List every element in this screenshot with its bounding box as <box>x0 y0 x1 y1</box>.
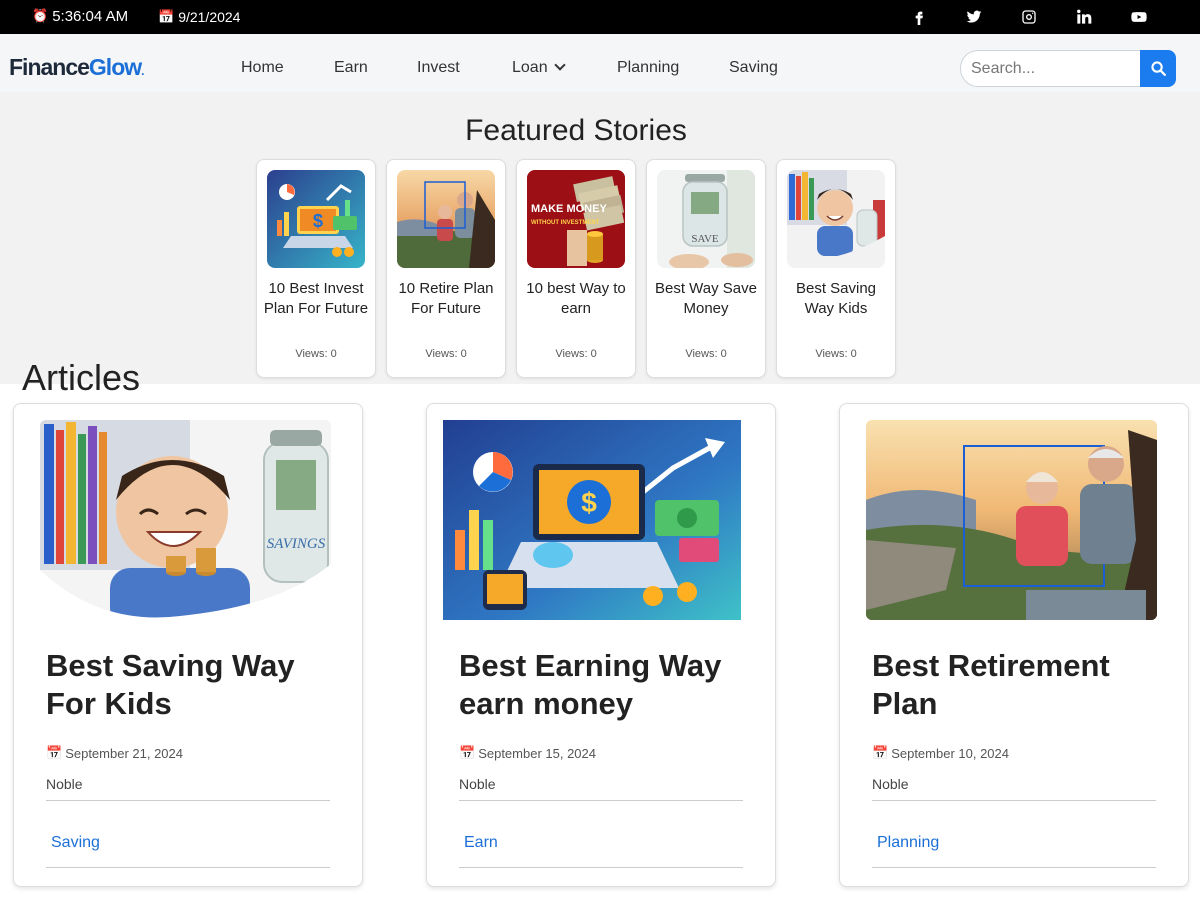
site-logo[interactable]: FinanceGlow. <box>9 54 145 81</box>
article-category-link[interactable]: Earn <box>464 834 498 852</box>
nav-item-earn[interactable]: Earn <box>334 59 368 77</box>
featured-card-title: 10 Retire Plan For Future <box>398 280 494 317</box>
svg-text:$: $ <box>313 211 323 231</box>
featured-card[interactable]: MAKE MONEY WITHOUT INVESTMENT 10 best Wa… <box>516 159 636 378</box>
featured-card[interactable]: Best Saving Way Kids Views: 0 <box>776 159 896 378</box>
article-date: 📅 September 15, 2024 <box>459 746 596 761</box>
youtube-icon[interactable] <box>1111 8 1166 26</box>
divider <box>459 800 743 801</box>
featured-card-views: Views: 0 <box>425 348 467 360</box>
nav-item-invest[interactable]: Invest <box>417 59 460 77</box>
divider <box>46 800 330 801</box>
nav-item-home[interactable]: Home <box>241 59 284 77</box>
article-date-text: September 15, 2024 <box>478 746 596 761</box>
article-card[interactable]: SAVINGS Best Saving Way For Kids 📅 Septe… <box>13 403 363 887</box>
article-title[interactable]: Best Earning Way earn money <box>459 647 749 723</box>
featured-thumb-earn: MAKE MONEY WITHOUT INVESTMENT <box>527 170 625 268</box>
article-author: Noble <box>872 776 909 792</box>
article-title[interactable]: Best Saving Way For Kids <box>46 647 336 723</box>
calendar-icon: 📅 <box>459 746 476 761</box>
featured-thumb-kids <box>787 170 885 268</box>
article-date: 📅 September 21, 2024 <box>46 746 183 761</box>
savings-jar-text: SAVINGS <box>267 536 326 552</box>
nav-item-loan-label: Loan <box>512 59 548 76</box>
calendar-icon: 📅 <box>872 746 889 761</box>
featured-card-title: 10 Best Invest Plan For Future <box>263 280 369 317</box>
divider <box>872 800 1156 801</box>
alarm-clock-icon: ⏰ <box>32 9 49 24</box>
featured-thumb-retire <box>397 170 495 268</box>
article-title[interactable]: Best Retirement Plan <box>872 647 1162 723</box>
nav-item-loan[interactable]: Loan <box>512 59 566 77</box>
logo-text-glow: Glow <box>88 54 142 80</box>
featured-card-views: Views: 0 <box>815 348 857 360</box>
article-author: Noble <box>459 776 496 792</box>
featured-thumb-invest: $ <box>267 170 365 268</box>
article-date-text: September 21, 2024 <box>65 746 183 761</box>
featured-card[interactable]: $ 10 Best Invest Plan For Future Views: … <box>256 159 376 378</box>
linkedin-icon[interactable] <box>1056 8 1111 26</box>
nav-item-saving[interactable]: Saving <box>729 59 778 77</box>
featured-thumb-save: SAVE <box>657 170 755 268</box>
svg-text:$: $ <box>581 487 597 518</box>
without-investment-text: WITHOUT INVESTMENT <box>531 220 600 226</box>
article-date-text: September 10, 2024 <box>891 746 1009 761</box>
featured-card-views: Views: 0 <box>295 348 337 360</box>
logo-suffix: . <box>141 64 145 78</box>
articles-title: Articles <box>22 357 141 398</box>
article-image-kids: SAVINGS <box>40 420 331 620</box>
search-box <box>960 50 1176 87</box>
article-image-earn: $ <box>443 420 741 620</box>
nav-item-planning[interactable]: Planning <box>617 59 679 77</box>
featured-card-title: 10 best Way to earn <box>526 280 626 317</box>
divider <box>459 867 743 868</box>
featured-card[interactable]: 10 Retire Plan For Future Views: 0 <box>386 159 506 378</box>
social-links <box>891 8 1166 26</box>
calendar-icon: 📅 <box>46 746 63 761</box>
current-date: 9/21/2024 <box>178 9 241 25</box>
featured-title: Featured Stories <box>465 114 687 147</box>
make-money-text: MAKE MONEY <box>531 203 607 215</box>
clock: ⏰ 5:36:04 AM <box>32 8 128 25</box>
article-image-retire <box>866 420 1157 620</box>
facebook-icon[interactable] <box>891 8 946 26</box>
logo-text-finance: Finance <box>9 54 90 80</box>
chevron-down-icon <box>553 59 566 71</box>
divider <box>872 867 1156 868</box>
top-bar: ⏰ 5:36:04 AM 📅 9/21/2024 <box>0 0 1200 34</box>
featured-card[interactable]: SAVE Best Way Save Money Views: 0 <box>646 159 766 378</box>
article-date: 📅 September 10, 2024 <box>872 746 1009 761</box>
article-category-link[interactable]: Planning <box>877 834 939 852</box>
featured-card-title: Best Way Save Money <box>655 280 757 317</box>
twitter-icon[interactable] <box>946 8 1001 26</box>
date-display: 📅 9/21/2024 <box>158 9 240 25</box>
calendar-icon: 📅 <box>158 9 175 25</box>
featured-card-title: Best Saving Way Kids <box>795 280 877 317</box>
save-jar-text: SAVE <box>691 233 719 245</box>
article-card[interactable]: $ Best Earning Way earn money 📅 Septembe… <box>426 403 776 887</box>
article-category-link[interactable]: Saving <box>51 834 100 852</box>
featured-card-views: Views: 0 <box>685 348 727 360</box>
article-author: Noble <box>46 776 83 792</box>
current-time: 5:36:04 AM <box>52 8 129 25</box>
divider <box>46 867 330 868</box>
search-icon <box>1150 61 1166 77</box>
article-card[interactable]: Best Retirement Plan 📅 September 10, 202… <box>839 403 1189 887</box>
instagram-icon[interactable] <box>1001 8 1056 26</box>
search-button[interactable] <box>1140 50 1176 87</box>
search-input[interactable] <box>960 50 1142 87</box>
featured-card-views: Views: 0 <box>555 348 597 360</box>
